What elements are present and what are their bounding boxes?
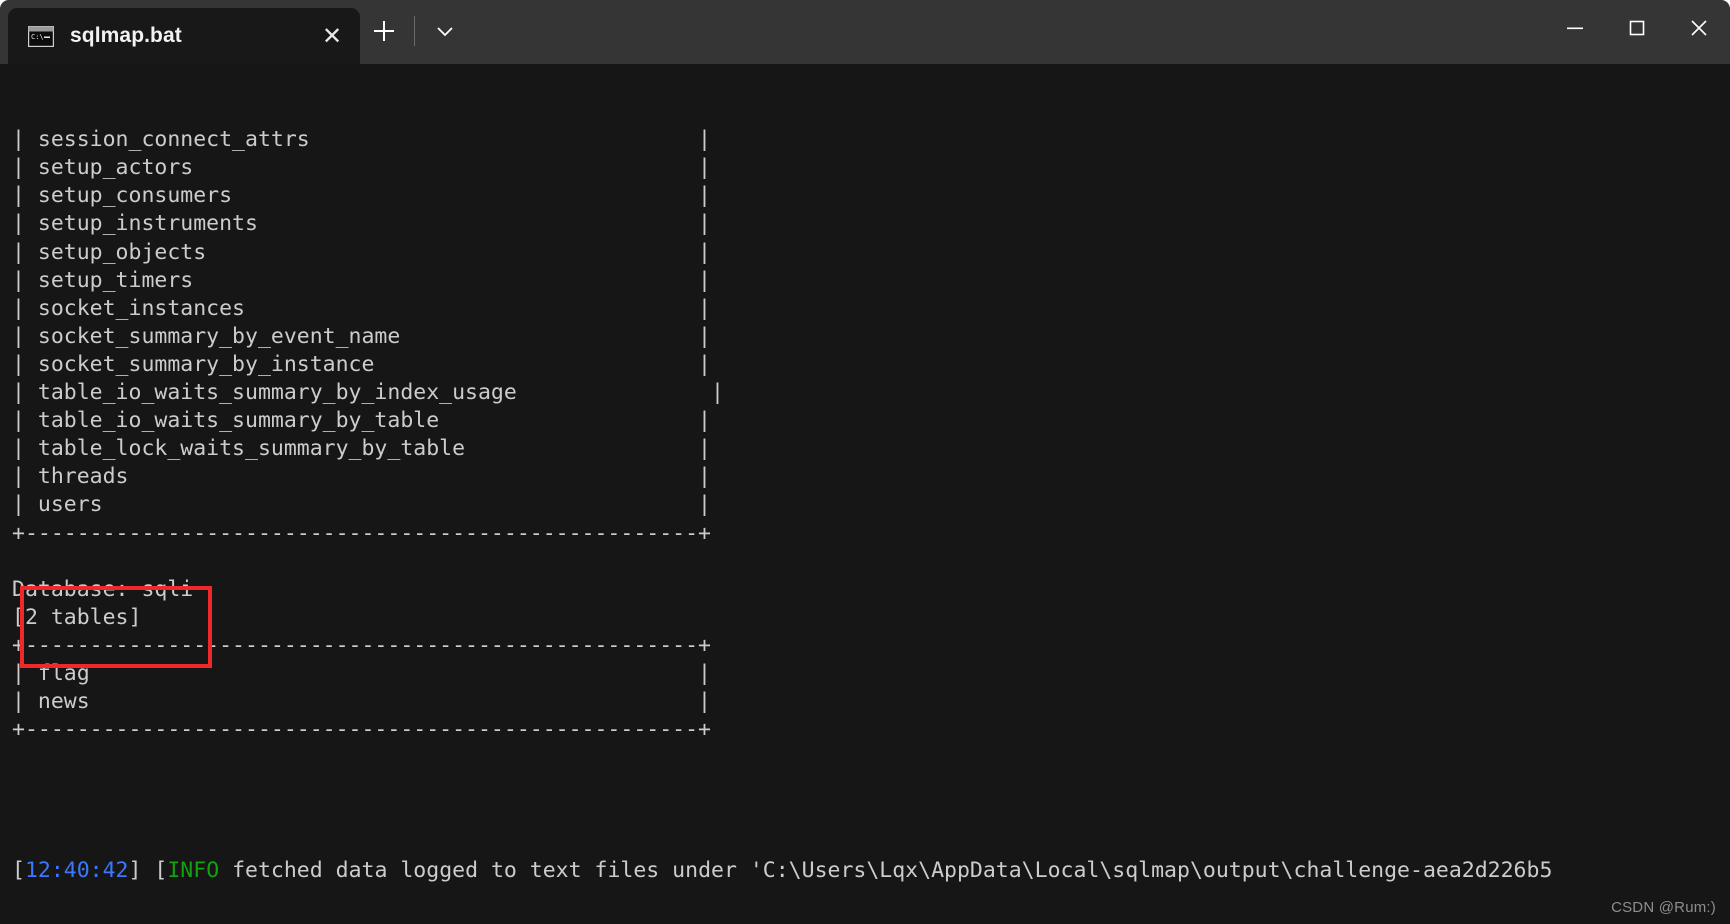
log-level: INFO	[167, 857, 220, 883]
terminal-line: +---------------------------------------…	[12, 632, 711, 658]
terminal-output[interactable]: | session_connect_attrs | | setup_actors …	[0, 64, 1730, 924]
tab-strip: C:\ sqlmap.bat ✕	[0, 0, 360, 64]
log-timestamp: 12:40:42	[24, 857, 129, 883]
terminal-line: | table_lock_waits_summary_by_table |	[12, 436, 711, 462]
terminal-line: | news |	[12, 689, 711, 715]
minimize-button[interactable]	[1544, 0, 1606, 56]
terminal-line: Database: sqli	[12, 576, 194, 602]
terminal-line: [2 tables]	[12, 604, 142, 630]
terminal-line: +---------------------------------------…	[12, 717, 711, 743]
terminal-line: | setup_actors |	[12, 155, 711, 181]
chevron-down-icon[interactable]	[421, 7, 469, 55]
terminal-line: | table_io_waits_summary_by_table |	[12, 408, 711, 434]
tab-actions	[360, 0, 469, 64]
terminal-window: C:\ sqlmap.bat ✕ | session_connect_attrs…	[0, 0, 1730, 924]
terminal-line: | socket_summary_by_instance |	[12, 351, 711, 377]
terminal-line: | setup_instruments |	[12, 211, 711, 237]
tab-title: sqlmap.bat	[70, 24, 182, 47]
svg-text:C:\: C:\	[31, 33, 44, 41]
terminal-line: | setup_timers |	[12, 267, 711, 293]
terminal-line: | flag |	[12, 660, 711, 686]
caption-buttons	[1544, 0, 1730, 64]
title-bar: C:\ sqlmap.bat ✕	[0, 0, 1730, 64]
watermark-label: CSDN @Rum:)	[1611, 899, 1716, 916]
info-bracket-open: [	[12, 857, 25, 883]
terminal-line: | setup_consumers |	[12, 183, 711, 209]
maximize-button[interactable]	[1606, 0, 1668, 56]
terminal-line: | setup_objects |	[12, 239, 711, 265]
close-window-button[interactable]	[1668, 0, 1730, 56]
terminal-line: | threads |	[12, 464, 711, 490]
console-icon: C:\	[27, 25, 55, 47]
terminal-line: | socket_instances |	[12, 295, 711, 321]
terminal-line: | users |	[12, 492, 711, 518]
sqlmap-tables-output: | session_connect_attrs | | setup_actors …	[12, 126, 1730, 772]
terminal-line: | session_connect_attrs |	[12, 127, 711, 153]
terminal-line: | table_io_waits_summary_by_index_usage …	[12, 380, 724, 406]
info-log-line: [12:40:42] [INFO fetched data logged to …	[12, 857, 1730, 885]
new-tab-icon[interactable]	[360, 7, 408, 55]
terminal-line: | socket_summary_by_event_name |	[12, 323, 711, 349]
tab-sqlmap-bat[interactable]: C:\ sqlmap.bat ✕	[8, 8, 360, 64]
tab-actions-divider	[414, 16, 415, 46]
terminal-line: +---------------------------------------…	[12, 520, 711, 546]
info-bracket-close: ] [	[128, 857, 168, 883]
log-message: fetched data logged to text files under …	[219, 857, 1553, 883]
tab-close-icon[interactable]: ✕	[312, 16, 352, 56]
